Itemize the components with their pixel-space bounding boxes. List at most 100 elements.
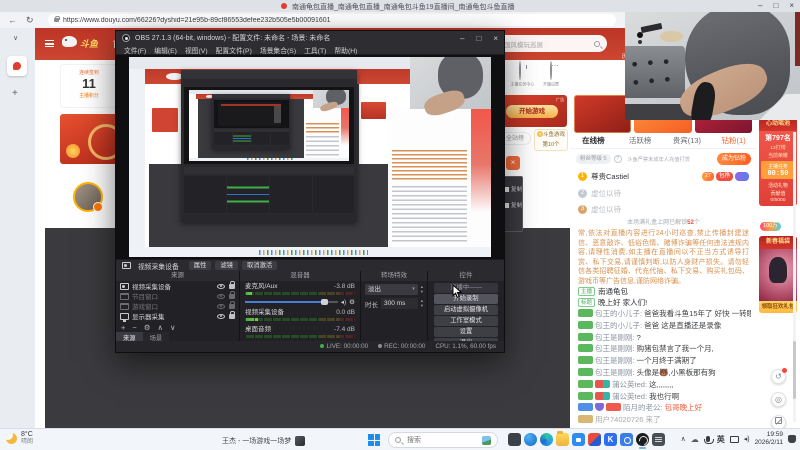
app-icon-k[interactable]: K [604, 433, 617, 446]
obs-control-button[interactable]: 直播中—— [434, 283, 498, 293]
search-input[interactable] [405, 435, 463, 445]
move-up-icon[interactable]: ∧ [158, 323, 164, 332]
notification-icon[interactable] [788, 435, 796, 443]
obs-control-button[interactable]: 工作室模式 [434, 316, 498, 326]
duration-spinner[interactable]: ▴ ▾ [421, 298, 423, 308]
obs-control-button[interactable]: 设置 [434, 327, 498, 337]
activity-card-rank[interactable]: 心动瑶池 第797名 12打榜 当前荣耀 主播任务 00:50 活动礼物 贡献值… [759, 118, 797, 206]
lock-icon[interactable] [229, 310, 235, 319]
cloud-sync-icon[interactable]: ☁ [691, 435, 699, 444]
chat-settings-button[interactable]: ◎ [771, 392, 786, 407]
source-settings-icon[interactable]: ⚙ [144, 323, 151, 332]
chat-message[interactable]: 包王的小儿子爸爸 这是直播还是录像 [578, 320, 751, 332]
promo-banner-left[interactable] [60, 114, 118, 164]
gear-icon[interactable]: ⚙ [349, 298, 355, 306]
chat-username[interactable]: 蒲公英ted [612, 392, 649, 401]
back-icon[interactable]: ← [8, 15, 17, 26]
streamer-avatar[interactable] [73, 182, 103, 212]
chat-tab[interactable]: 贵宾(13) [664, 135, 711, 146]
remove-source-icon[interactable]: − [132, 323, 136, 332]
obs-preview-canvas[interactable] [116, 55, 504, 259]
chat-message[interactable]: 包王是刚刚一个月终于满期了 [578, 355, 751, 367]
start-button[interactable] [368, 434, 380, 446]
obs-minimize-button[interactable]: – [460, 34, 464, 43]
lock-icon[interactable] [229, 290, 235, 299]
visibility-eye-icon[interactable] [217, 293, 225, 299]
speaker-icon[interactable]: ◂) [341, 298, 346, 306]
chat-message[interactable]: 包王是刚刚头像是🐻,小黑板那有狗 [578, 367, 751, 379]
join-fans-button[interactable]: 成为钻粉 [716, 152, 751, 165]
source-row[interactable]: 显示器采集 [116, 310, 239, 322]
refresh-icon[interactable]: ↻ [26, 15, 34, 26]
chat-username[interactable]: 包王是刚刚 [595, 333, 637, 342]
move-down-icon[interactable]: ∨ [170, 323, 176, 332]
tray-expand-icon[interactable]: ∧ [681, 435, 686, 443]
event-banner-1[interactable] [574, 95, 632, 133]
volume-slider[interactable] [245, 298, 338, 305]
microphone-tray-icon[interactable] [703, 436, 714, 444]
chat-scrollbar[interactable] [793, 132, 796, 422]
window-minimize-button[interactable]: – [758, 1, 762, 10]
start-game-button[interactable]: 开始游戏 [506, 105, 558, 118]
visibility-eye-icon[interactable] [217, 303, 225, 309]
chat-username[interactable]: 包王是刚刚 [595, 344, 637, 353]
help-icon[interactable]: ? [613, 154, 622, 163]
chat-message[interactable]: 蒲公英ted这,,,,,,,, [578, 379, 751, 391]
window-maximize-button[interactable]: □ [773, 1, 778, 10]
tablet-icon[interactable] [729, 435, 739, 443]
chat-username[interactable]: 包王是刚刚 [595, 368, 637, 377]
menu-icon[interactable] [45, 40, 54, 47]
app-icon-blue-gear[interactable] [620, 433, 633, 446]
obs-menu-item[interactable]: 编辑(E) [150, 45, 181, 55]
obs-app-icon[interactable] [636, 433, 649, 449]
lock-icon[interactable] [229, 280, 235, 289]
chat-message[interactable]: 包王的小儿子爸爸我看斗鱼15年了 好快 一转眼 [578, 308, 751, 320]
checkin-card[interactable]: 连续签到 11 主播积分 [60, 64, 118, 108]
app-icon-blue-circle[interactable] [524, 433, 537, 446]
game-ad-banner[interactable]: 广告 开始游戏 [497, 95, 567, 127]
taskbar-search[interactable] [388, 432, 498, 448]
volume-icon[interactable]: ◂) [744, 435, 750, 443]
obs-menu-item[interactable]: 配置文件(P) [212, 45, 256, 55]
edge-browser-icon[interactable] [540, 433, 553, 446]
toolbar-icon-item[interactable]: 主播任务中心 [508, 61, 534, 92]
context-button[interactable]: 滤镜 [215, 261, 238, 270]
activity-card-gift[interactable]: 新春福袋 领取狂欢礼包 [759, 236, 797, 313]
obs-menu-item[interactable]: 帮助(H) [330, 45, 361, 55]
lock-icon[interactable] [229, 300, 235, 309]
chat-username[interactable]: 用户74020726 [595, 415, 645, 424]
obs-control-button[interactable]: 启动虚拟摄像机 [434, 305, 498, 315]
rank-row-1[interactable]: 1 尊贵Castiel 27 包挣 [578, 168, 749, 184]
clock[interactable]: 19:59 2026/2/11 [755, 431, 783, 447]
chat-username[interactable]: 包王的小儿子 [595, 309, 644, 318]
chat-username[interactable]: 陌月的老公 [623, 403, 665, 412]
site-search-box[interactable]: 国风模玩巡展 [497, 35, 607, 52]
claim-gift-button[interactable]: 领取狂欢礼包 [759, 301, 797, 313]
add-source-icon[interactable]: + [121, 323, 125, 332]
visibility-eye-icon[interactable] [217, 283, 225, 289]
chat-username[interactable]: 包王是刚刚 [595, 356, 637, 365]
chat-tab[interactable]: 活跃榜 [617, 135, 664, 146]
game-badge[interactable]: 斗鱼游戏 第10个 [534, 129, 568, 151]
chat-username[interactable]: 蒲公英ted [612, 380, 649, 389]
music-widget[interactable]: 王杰 - 一场游戏一场梦 [222, 436, 306, 446]
file-explorer-icon[interactable] [556, 431, 569, 446]
visibility-eye-icon[interactable] [217, 313, 225, 319]
microsoft-store-icon[interactable] [572, 433, 585, 446]
chat-message[interactable]: 陌月的老公包哥晚上好 [578, 402, 751, 414]
chat-message[interactable]: 用户74020726 来了 [578, 414, 751, 426]
context-button[interactable]: 属性 [188, 261, 212, 270]
search-icon[interactable] [594, 40, 600, 47]
source-row[interactable]: 游戏窗口 [116, 300, 239, 311]
collapse-tabs-icon[interactable]: ∨ [13, 34, 18, 42]
obs-menu-item[interactable]: 视图(V) [181, 45, 212, 55]
popup-close-button[interactable]: × [506, 156, 520, 170]
rank-row-3[interactable]: 3 虚位以待 [578, 201, 749, 217]
back-to-latest-button[interactable]: ↺ [771, 368, 787, 384]
window-close-button[interactable]: × [789, 1, 794, 10]
obs-close-button[interactable]: × [493, 34, 498, 43]
context-button[interactable]: 取消激活 [241, 261, 278, 270]
app-icon-dark[interactable] [508, 433, 521, 446]
obs-titlebar[interactable]: OBS 27.1.3 (64-bit, windows) - 配置文件: 未命名… [116, 31, 504, 45]
chat-username[interactable]: 包王的小儿子 [595, 321, 644, 330]
